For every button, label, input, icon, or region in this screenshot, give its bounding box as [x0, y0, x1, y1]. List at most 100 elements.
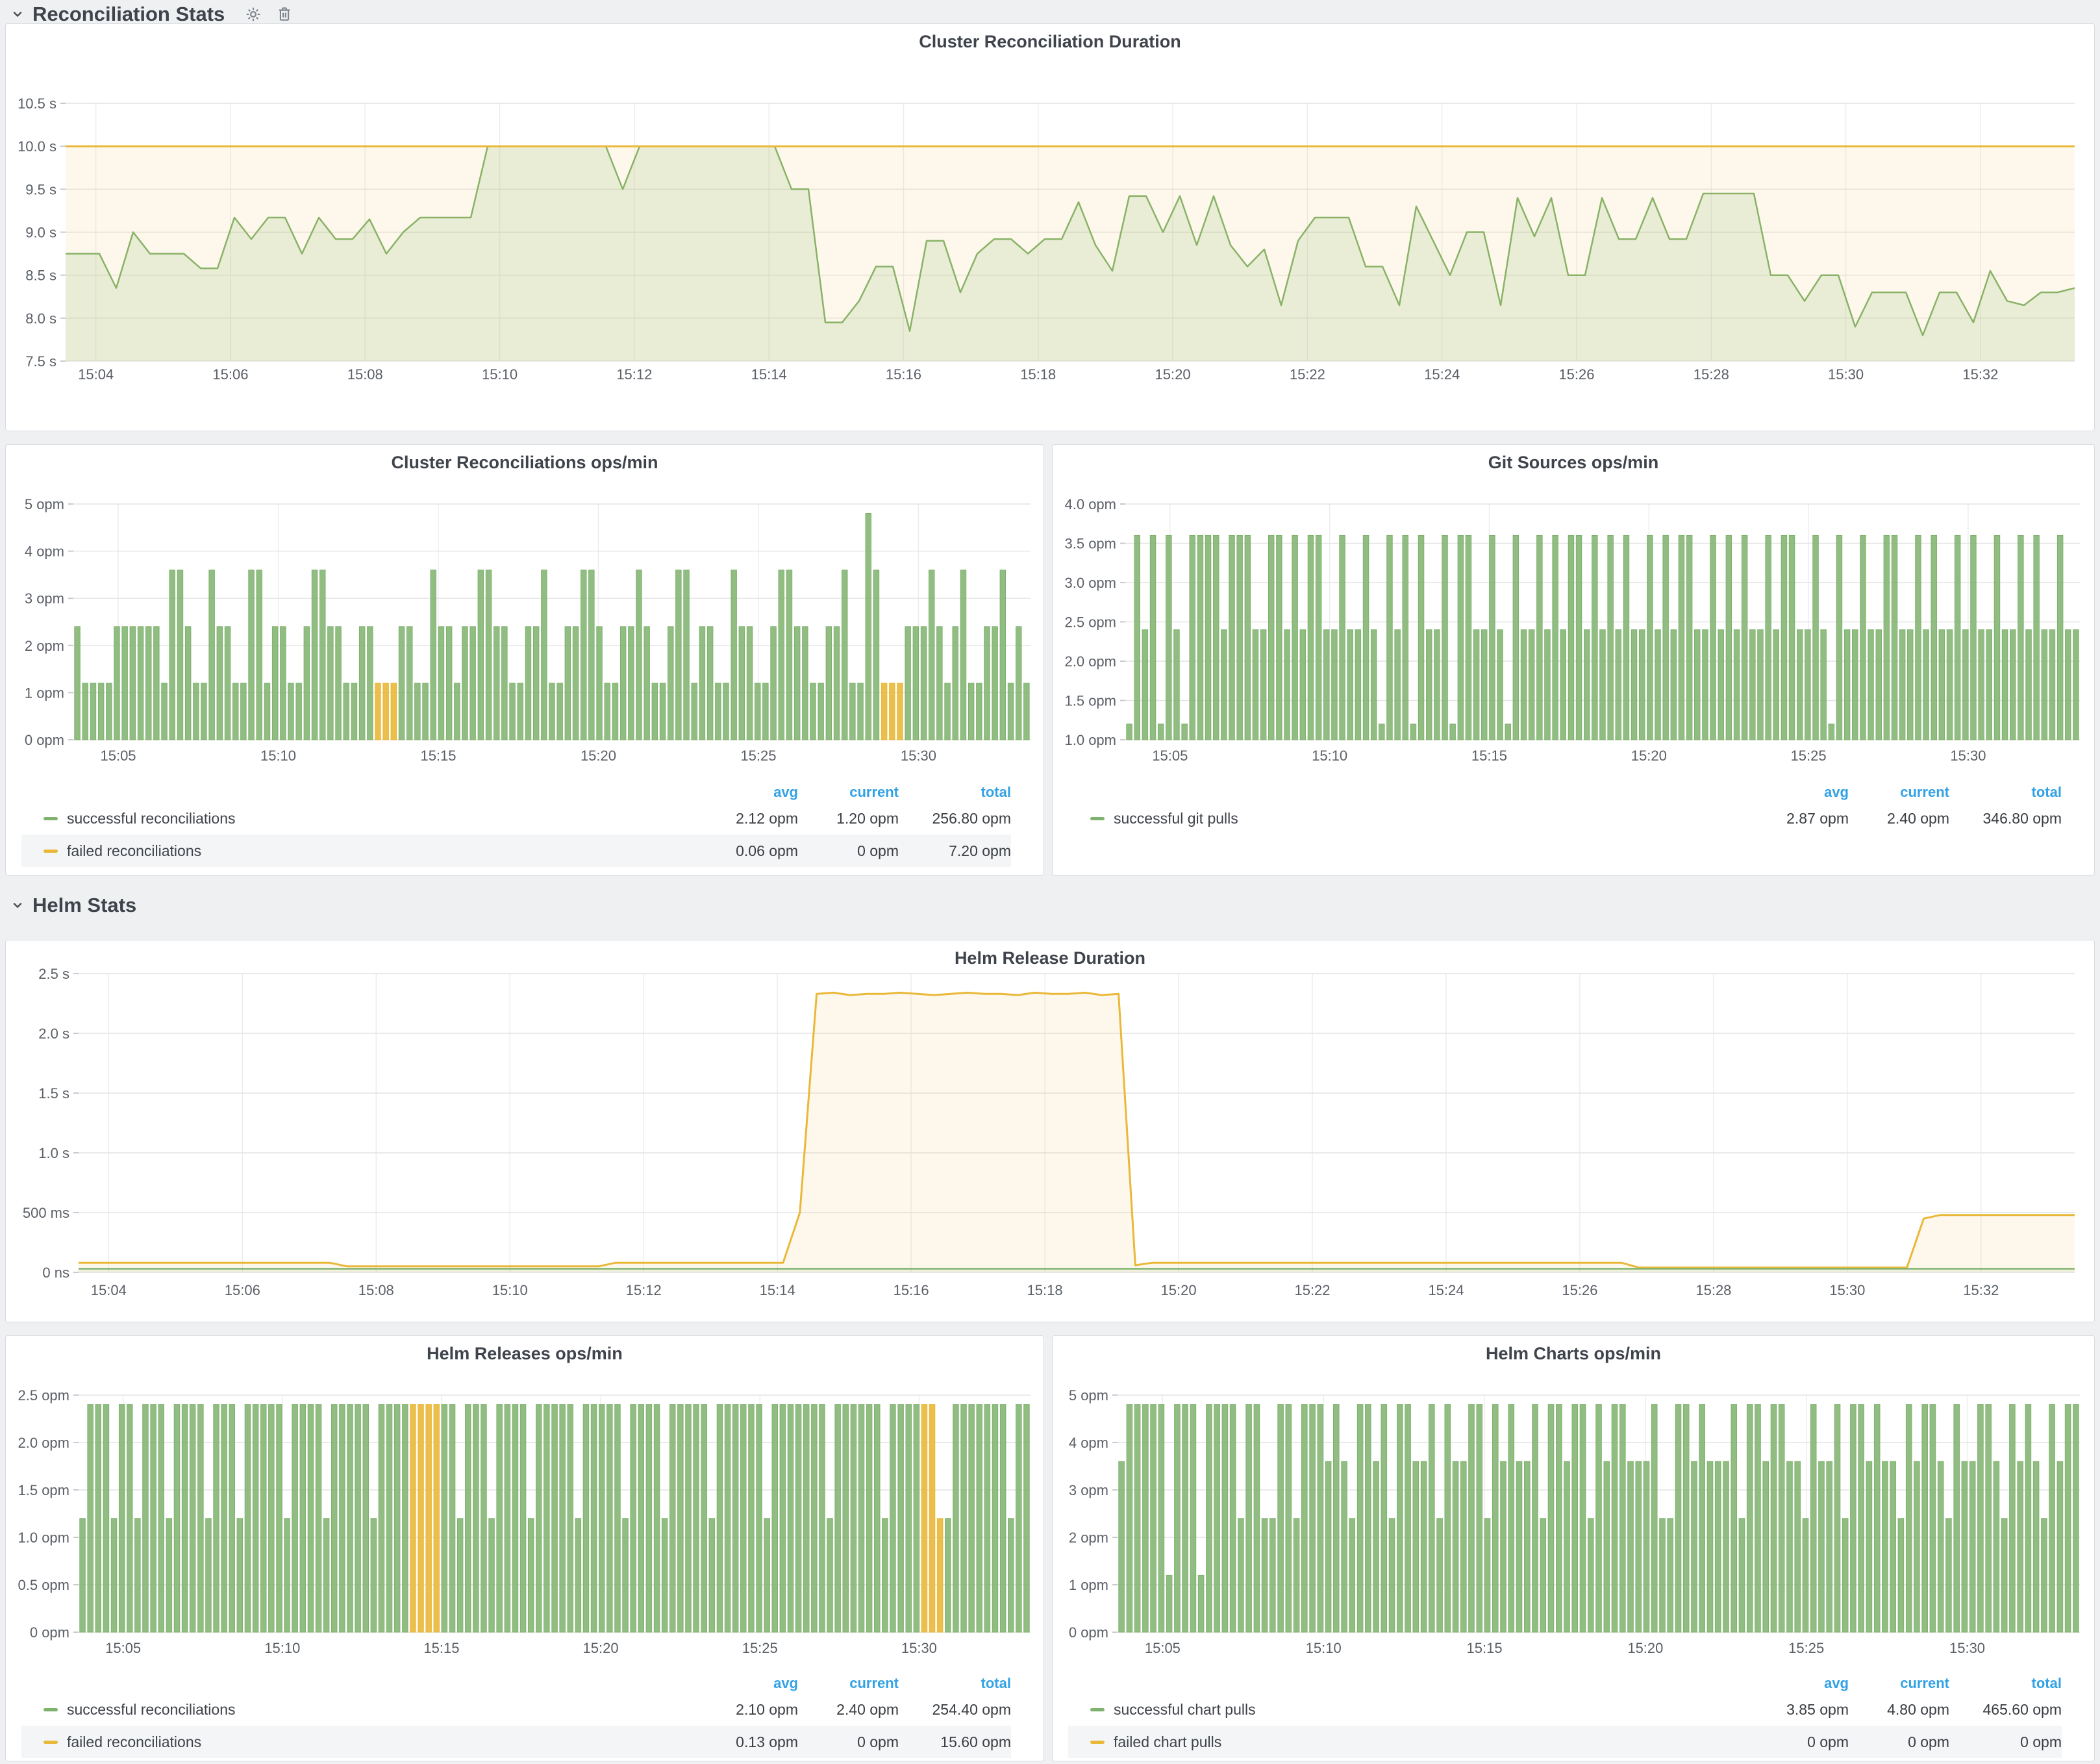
svg-text:9.0 s: 9.0 s [25, 225, 56, 241]
legend-header: avg current total [21, 1674, 1011, 1693]
svg-text:15:20: 15:20 [1161, 1282, 1197, 1298]
svg-text:0 opm: 0 opm [25, 732, 64, 748]
row-header-helm-stats[interactable]: Helm Stats [10, 891, 136, 920]
panel-title[interactable]: Cluster Reconciliations ops/min [6, 453, 1044, 473]
svg-text:15:15: 15:15 [1467, 1640, 1503, 1656]
legend: avg current total successful reconciliat… [21, 1674, 1044, 1758]
series-label[interactable]: failed chart pulls [1114, 1733, 1221, 1751]
legend-col-current[interactable]: current [798, 784, 899, 801]
svg-text:500 ms: 500 ms [23, 1205, 69, 1221]
svg-text:4 opm: 4 opm [1069, 1435, 1108, 1451]
svg-text:0.5 opm: 0.5 opm [18, 1577, 70, 1593]
legend-row-failed-chart-pulls: failed chart pulls 0 opm 0 opm 0 opm [1068, 1726, 2062, 1758]
cluster-reconciliation-duration-chart[interactable]: 15:0415:0615:0815:1015:1215:1415:1615:18… [6, 24, 2094, 431]
svg-text:15:04: 15:04 [78, 366, 114, 383]
legend-col-avg[interactable]: avg [1745, 784, 1849, 801]
series-label[interactable]: successful reconciliations [67, 810, 236, 827]
series-color-dash [1090, 817, 1105, 820]
svg-text:0 opm: 0 opm [30, 1624, 69, 1641]
legend-col-avg[interactable]: avg [1745, 1675, 1849, 1692]
legend-avg-value: 3.85 opm [1745, 1701, 1849, 1719]
series-label[interactable]: successful git pulls [1114, 810, 1238, 827]
svg-text:9.5 s: 9.5 s [25, 181, 56, 197]
svg-text:15:16: 15:16 [894, 1282, 929, 1298]
git-sources-chart[interactable]: 15:0515:1015:1515:2015:2515:301.0 opm1.5… [1053, 445, 2094, 783]
svg-text:5 opm: 5 opm [1069, 1387, 1108, 1404]
legend-current-value: 0 opm [798, 1733, 899, 1751]
legend-col-total[interactable]: total [899, 784, 1011, 801]
chevron-down-icon [10, 898, 25, 913]
legend-current-value: 1.20 opm [798, 810, 899, 827]
svg-text:1 opm: 1 opm [1069, 1577, 1108, 1593]
legend-col-total[interactable]: total [899, 1675, 1011, 1692]
svg-text:15:20: 15:20 [1627, 1640, 1663, 1656]
legend-row-successful-reconciliations: successful reconciliations 2.10 opm 2.40… [21, 1693, 1011, 1726]
legend-col-current[interactable]: current [798, 1675, 899, 1692]
svg-text:15:25: 15:25 [740, 748, 776, 764]
svg-text:15:05: 15:05 [105, 1640, 141, 1656]
svg-text:15:20: 15:20 [1155, 366, 1191, 383]
panel-title[interactable]: Helm Release Duration [6, 948, 2094, 968]
svg-text:2.5 opm: 2.5 opm [1065, 614, 1117, 631]
svg-text:15:15: 15:15 [423, 1640, 459, 1656]
svg-text:15:25: 15:25 [1791, 748, 1827, 764]
svg-text:15:26: 15:26 [1562, 1282, 1597, 1298]
grafana-dashboard: Reconciliation Stats Cluster Reconciliat… [0, 0, 2100, 1764]
panel-title[interactable]: Helm Releases ops/min [6, 1344, 1044, 1364]
panel-cluster-reconciliation-duration: Cluster Reconciliation Duration 15:0415:… [5, 23, 2095, 431]
svg-text:15:05: 15:05 [100, 748, 136, 764]
legend-current-value: 4.80 opm [1849, 1701, 1949, 1719]
helm-release-duration-chart[interactable]: 15:0415:0615:0815:1015:1215:1415:1615:18… [6, 940, 2094, 1322]
series-color-dash [44, 1741, 58, 1744]
series-label[interactable]: successful chart pulls [1114, 1701, 1256, 1719]
svg-text:3 opm: 3 opm [1069, 1482, 1108, 1498]
cluster-reconciliations-chart[interactable]: 15:0515:1015:1515:2015:2515:300 opm1 opm… [6, 445, 1044, 783]
svg-text:15:30: 15:30 [1950, 748, 1986, 764]
panel-title[interactable]: Cluster Reconciliation Duration [6, 32, 2094, 52]
legend-col-avg[interactable]: avg [694, 1675, 798, 1692]
series-color-dash [44, 850, 58, 853]
legend-avg-value: 2.87 opm [1745, 810, 1849, 827]
helm-releases-chart[interactable]: 15:0515:1015:1515:2015:2515:300 opm0.5 o… [6, 1336, 1044, 1674]
series-label[interactable]: successful reconciliations [67, 1701, 236, 1719]
svg-text:15:20: 15:20 [583, 1640, 619, 1656]
legend-header: avg current total [21, 783, 1011, 802]
legend-col-avg[interactable]: avg [694, 784, 798, 801]
legend-total-value: 465.60 opm [1949, 1701, 2062, 1719]
gear-icon[interactable] [244, 5, 262, 23]
svg-text:15:15: 15:15 [1471, 748, 1507, 764]
legend-row-failed-reconciliations: failed reconciliations 0.13 opm 0 opm 15… [21, 1726, 1011, 1758]
legend-col-current[interactable]: current [1849, 784, 1949, 801]
svg-text:1.0 opm: 1.0 opm [1065, 732, 1117, 748]
svg-text:15:32: 15:32 [1963, 1282, 1999, 1298]
svg-text:15:22: 15:22 [1290, 366, 1325, 383]
svg-text:15:15: 15:15 [420, 748, 456, 764]
legend-col-current[interactable]: current [1849, 1675, 1949, 1692]
svg-text:15:28: 15:28 [1694, 366, 1729, 383]
trash-icon[interactable] [275, 5, 294, 23]
panel-title[interactable]: Helm Charts ops/min [1053, 1344, 2094, 1364]
svg-text:1.5 opm: 1.5 opm [18, 1482, 70, 1498]
svg-text:15:32: 15:32 [1962, 366, 1998, 383]
series-label[interactable]: failed reconciliations [67, 842, 201, 860]
legend-col-total[interactable]: total [1949, 1675, 2062, 1692]
legend-current-value: 2.40 opm [798, 1701, 899, 1719]
svg-text:2.0 s: 2.0 s [38, 1026, 69, 1042]
svg-text:15:08: 15:08 [358, 1282, 394, 1298]
panel-title[interactable]: Git Sources ops/min [1053, 453, 2094, 473]
legend-col-total[interactable]: total [1949, 784, 2062, 801]
svg-text:15:10: 15:10 [264, 1640, 300, 1656]
svg-text:2 opm: 2 opm [1069, 1530, 1108, 1546]
series-label[interactable]: failed reconciliations [67, 1733, 201, 1751]
svg-text:4.0 opm: 4.0 opm [1065, 496, 1117, 512]
svg-text:8.0 s: 8.0 s [25, 310, 56, 327]
svg-text:15:10: 15:10 [482, 366, 518, 383]
helm-charts-chart[interactable]: 15:0515:1015:1515:2015:2515:300 opm1 opm… [1053, 1336, 2094, 1674]
series-color-dash [1090, 1741, 1105, 1744]
legend-row-successful-chart-pulls: successful chart pulls 3.85 opm 4.80 opm… [1068, 1693, 2062, 1726]
svg-text:15:05: 15:05 [1145, 1640, 1181, 1656]
svg-text:3.5 opm: 3.5 opm [1065, 536, 1117, 552]
svg-text:15:20: 15:20 [1631, 748, 1667, 764]
legend-avg-value: 2.12 opm [694, 810, 798, 827]
row-title: Helm Stats [32, 894, 136, 917]
